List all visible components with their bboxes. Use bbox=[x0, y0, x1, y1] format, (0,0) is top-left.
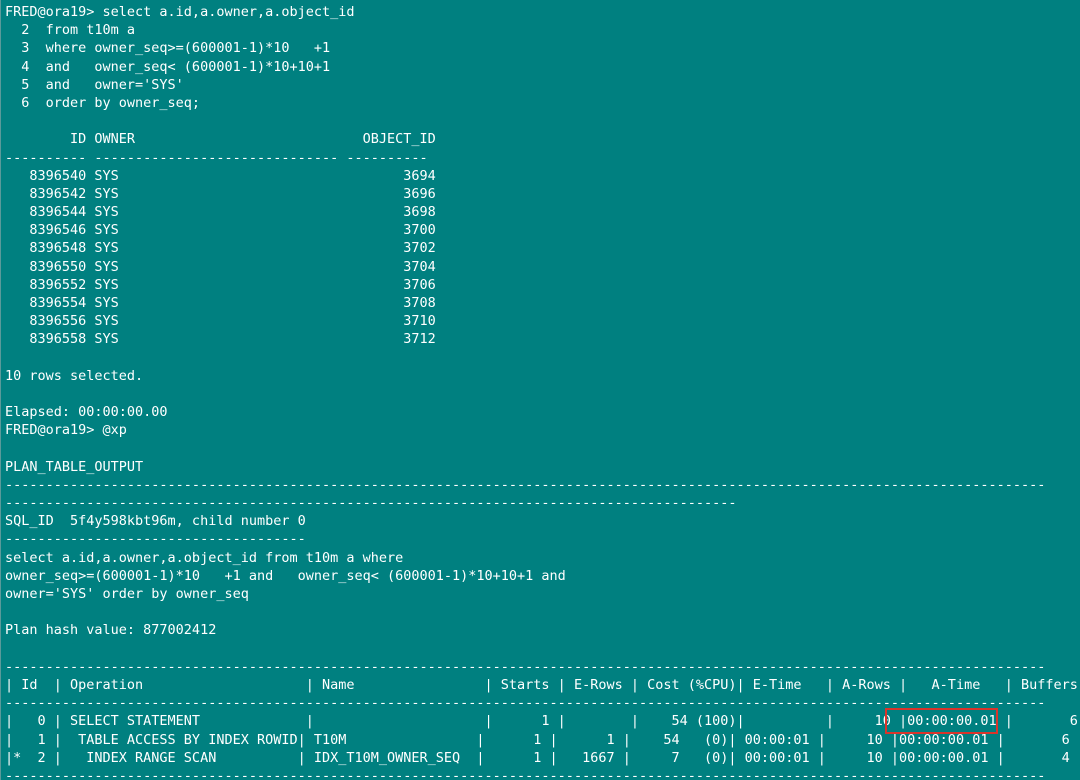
command-prompt: FRED@ora19> @xp bbox=[5, 422, 127, 439]
separator-line: ----------------------------------------… bbox=[5, 495, 737, 512]
result-row: 8396550 SYS 3704 bbox=[5, 258, 436, 275]
terminal-line: 4 and owner_seq< (600001-1)*10+10+1 bbox=[5, 58, 331, 75]
result-row: 8396556 SYS 3710 bbox=[5, 313, 436, 330]
sql-id-line: SQL_ID 5f4y598kbt96m, child number 0 bbox=[5, 513, 306, 530]
result-row: 8396540 SYS 3694 bbox=[5, 167, 436, 184]
terminal-window[interactable]: FRED@ora19> select a.id,a.owner,a.object… bbox=[0, 0, 1080, 780]
rows-selected-message: 10 rows selected. bbox=[5, 367, 144, 384]
result-row: 8396554 SYS 3708 bbox=[5, 295, 436, 311]
plan-row: |* 2 | INDEX RANGE SCAN | IDX_T10M_OWNER… bbox=[5, 749, 1080, 766]
terminal-line: 2 from t10m a bbox=[5, 22, 136, 39]
result-row: 8396558 SYS 3712 bbox=[5, 331, 436, 348]
sql-text-line: select a.id,a.owner,a.object_id from t10… bbox=[5, 549, 404, 566]
elapsed-time: Elapsed: 00:00:00.00 bbox=[5, 404, 168, 421]
result-header: ID OWNER OBJECT_ID bbox=[5, 131, 436, 148]
plan-hash-value: Plan hash value: 877002412 bbox=[5, 622, 217, 639]
result-row: 8396546 SYS 3700 bbox=[5, 222, 436, 239]
result-separator: ---------- -----------------------------… bbox=[5, 149, 428, 166]
sql-text-line: owner_seq>=(600001-1)*10 +1 and owner_se… bbox=[5, 567, 566, 584]
separator-line: ------------------------------------- bbox=[5, 531, 306, 548]
result-row: 8396548 SYS 3702 bbox=[5, 240, 436, 257]
plan-table-heading: PLAN_TABLE_OUTPUT bbox=[5, 458, 144, 475]
result-row: 8396542 SYS 3696 bbox=[5, 185, 436, 202]
terminal-line: 3 where owner_seq>=(600001-1)*10 +1 bbox=[5, 40, 331, 57]
plan-row: | 0 | SELECT STATEMENT | | 1 | | 54 (100… bbox=[5, 713, 1080, 730]
plan-row: | 1 | TABLE ACCESS BY INDEX ROWID| T10M … bbox=[5, 731, 1080, 748]
separator-line: ----------------------------------------… bbox=[5, 658, 1046, 675]
result-row: 8396552 SYS 3706 bbox=[5, 276, 436, 293]
separator-line: ----------------------------------------… bbox=[5, 767, 1046, 780]
terminal-line: 5 and owner='SYS' bbox=[5, 76, 184, 93]
terminal-line: FRED@ora19> select a.id,a.owner,a.object… bbox=[5, 4, 355, 20]
result-row: 8396544 SYS 3698 bbox=[5, 204, 436, 221]
separator-line: ----------------------------------------… bbox=[5, 695, 1046, 712]
terminal-line: 6 order by owner_seq; bbox=[5, 94, 201, 111]
separator-line: ----------------------------------------… bbox=[5, 476, 1046, 493]
plan-table-header: | Id | Operation | Name | Starts | E-Row… bbox=[5, 676, 1080, 693]
sql-text-line: owner='SYS' order by owner_seq bbox=[5, 586, 249, 602]
